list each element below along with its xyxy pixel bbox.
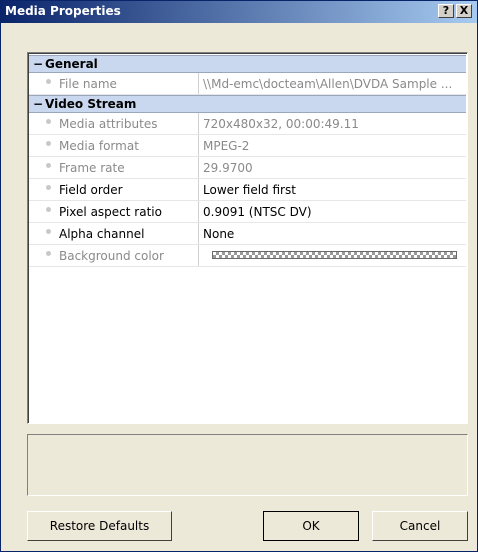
property-value[interactable]: 29.9700 xyxy=(203,161,465,175)
bullet-icon xyxy=(46,163,51,168)
ok-button[interactable]: OK xyxy=(263,511,359,541)
window-title: Media Properties xyxy=(5,4,121,18)
category-label: General xyxy=(45,57,98,71)
property-row-file-name[interactable]: File name \\Md-emc\docteam\Allen\DVDA Sa… xyxy=(29,73,466,95)
collapse-icon[interactable]: − xyxy=(33,57,43,71)
restore-defaults-button[interactable]: Restore Defaults xyxy=(27,511,172,541)
property-name: Media attributes xyxy=(59,117,158,131)
column-divider xyxy=(198,135,199,156)
category-video-stream[interactable]: − Video Stream xyxy=(29,95,466,113)
bullet-icon xyxy=(46,229,51,234)
category-general[interactable]: − General xyxy=(29,55,466,73)
property-row-media-format[interactable]: Media format MPEG-2 xyxy=(29,135,466,157)
property-row-media-attributes[interactable]: Media attributes 720x480x32, 00:00:49.11 xyxy=(29,113,466,135)
property-name: Pixel aspect ratio xyxy=(59,205,162,219)
property-value[interactable]: Lower field first xyxy=(203,183,465,197)
cancel-button[interactable]: Cancel xyxy=(372,511,468,541)
property-value[interactable]: \\Md-emc\docteam\Allen\DVDA Sample ... xyxy=(203,77,465,91)
bullet-icon xyxy=(46,119,51,124)
close-button[interactable]: X xyxy=(456,4,472,18)
property-value[interactable]: 0.9091 (NTSC DV) xyxy=(203,205,465,219)
property-name: Background color xyxy=(59,249,164,263)
property-value[interactable]: 720x480x32, 00:00:49.11 xyxy=(203,117,465,131)
checkerboard-swatch[interactable] xyxy=(212,251,457,259)
column-divider xyxy=(198,179,199,200)
column-divider xyxy=(198,73,199,94)
property-value[interactable]: MPEG-2 xyxy=(203,139,465,153)
collapse-icon[interactable]: − xyxy=(33,97,43,111)
property-name: Media format xyxy=(59,139,139,153)
property-row-background-color[interactable]: Background color xyxy=(29,245,466,267)
description-panel xyxy=(27,434,468,496)
property-row-pixel-aspect-ratio[interactable]: Pixel aspect ratio 0.9091 (NTSC DV) xyxy=(29,201,466,223)
column-divider xyxy=(198,201,199,222)
bullet-icon xyxy=(46,185,51,190)
property-name: Frame rate xyxy=(59,161,125,175)
title-bar[interactable]: Media Properties ? X xyxy=(1,1,477,23)
column-divider xyxy=(198,223,199,244)
column-divider xyxy=(198,245,199,266)
property-grid: − General File name \\Md-emc\docteam\All… xyxy=(27,52,468,424)
help-button[interactable]: ? xyxy=(438,4,454,18)
column-divider xyxy=(198,157,199,178)
bullet-icon xyxy=(46,207,51,212)
media-properties-dialog: Media Properties ? X − General File name… xyxy=(0,0,478,552)
property-row-frame-rate[interactable]: Frame rate 29.9700 xyxy=(29,157,466,179)
column-divider xyxy=(198,113,199,134)
bullet-icon xyxy=(46,251,51,256)
property-row-alpha-channel[interactable]: Alpha channel None xyxy=(29,223,466,245)
property-name: File name xyxy=(59,77,117,91)
bullet-icon xyxy=(46,79,51,84)
property-name: Alpha channel xyxy=(59,227,145,241)
category-label: Video Stream xyxy=(45,97,137,111)
bullet-icon xyxy=(46,141,51,146)
property-row-field-order[interactable]: Field order Lower field first xyxy=(29,179,466,201)
property-name: Field order xyxy=(59,183,123,197)
property-value[interactable]: None xyxy=(203,227,465,241)
